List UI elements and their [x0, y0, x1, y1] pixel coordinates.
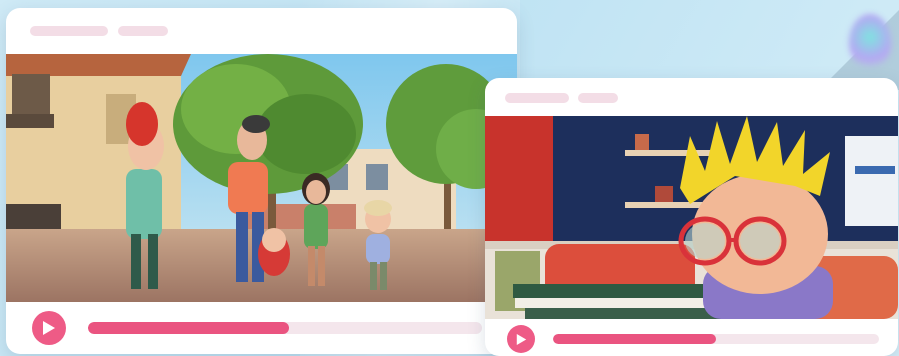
video-frame-family-street[interactable] [6, 54, 517, 302]
play-button[interactable] [507, 325, 535, 353]
title-placeholder [505, 93, 569, 103]
title-placeholder [30, 26, 108, 36]
background-blob [849, 14, 891, 72]
window-titlebar [6, 8, 517, 54]
play-icon [516, 333, 526, 345]
video-scene-boy [485, 116, 898, 319]
video-frame-boy-glasses[interactable] [485, 116, 898, 319]
subtitle-placeholder [118, 26, 168, 36]
window-titlebar [485, 78, 898, 116]
video-window-2 [485, 78, 898, 356]
video-controls [485, 319, 898, 356]
play-icon [43, 321, 55, 335]
play-button[interactable] [32, 311, 66, 345]
progress-bar[interactable] [553, 334, 879, 344]
progress-bar[interactable] [88, 322, 482, 334]
video-controls [6, 302, 517, 354]
subtitle-placeholder [578, 93, 618, 103]
progress-fill [553, 334, 716, 344]
video-window-1 [6, 8, 517, 354]
progress-fill [88, 322, 289, 334]
video-scene-family [6, 54, 517, 302]
